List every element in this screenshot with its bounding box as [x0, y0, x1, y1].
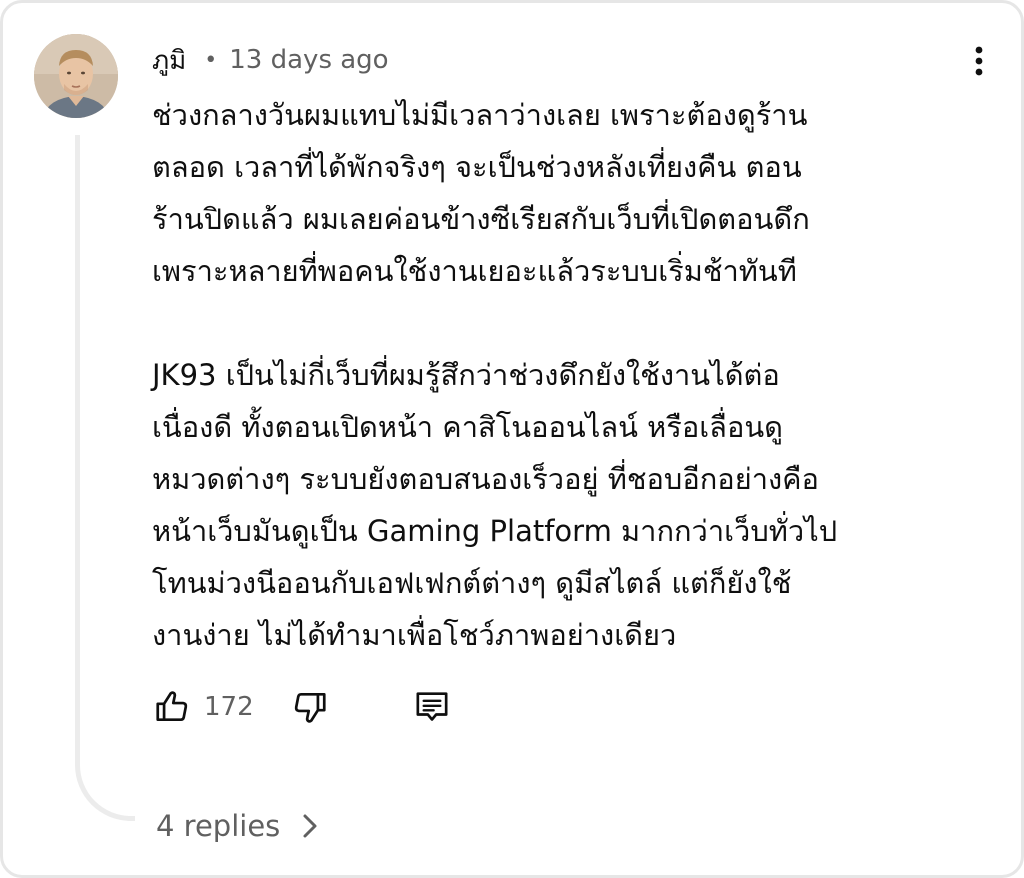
separator-dot: •: [204, 47, 218, 73]
comment-card: ภูมิ • 13 days ago ช่วงกลางวันผมแทบไม่มี…: [0, 0, 1024, 878]
like-button[interactable]: [150, 685, 194, 729]
comment-actions: 172: [150, 681, 454, 733]
chevron-right-icon: [303, 814, 317, 838]
reply-button[interactable]: [410, 685, 454, 729]
thumb-down-icon: [294, 692, 326, 723]
avatar[interactable]: [34, 34, 118, 118]
comment-text: ช่วงกลางวันผมแทบไม่มีเวลาว่างเลย เพราะต้…: [152, 89, 972, 661]
comment-paragraph: ช่วงกลางวันผมแทบไม่มีเวลาว่างเลย เพราะต้…: [152, 98, 810, 288]
avatar-image: [34, 34, 118, 118]
like-count: 172: [204, 692, 254, 722]
timestamp[interactable]: 13 days ago: [229, 45, 388, 75]
comment-header: ภูมิ • 13 days ago: [152, 39, 389, 81]
replies-label: 4 replies: [156, 809, 281, 843]
dislike-button[interactable]: [288, 685, 332, 729]
more-vert-icon: [975, 46, 983, 76]
thumb-up-icon: [156, 691, 188, 722]
comment-icon: [416, 692, 448, 721]
more-options-button[interactable]: [961, 39, 997, 83]
comment-paragraph: JK93 เป็นไม่กี่เว็บที่ผมรู้สึกว่าช่วงดึก…: [152, 358, 838, 652]
view-replies-button[interactable]: 4 replies: [156, 803, 318, 849]
author-name[interactable]: ภูมิ: [152, 40, 186, 81]
thread-line: [75, 135, 135, 821]
